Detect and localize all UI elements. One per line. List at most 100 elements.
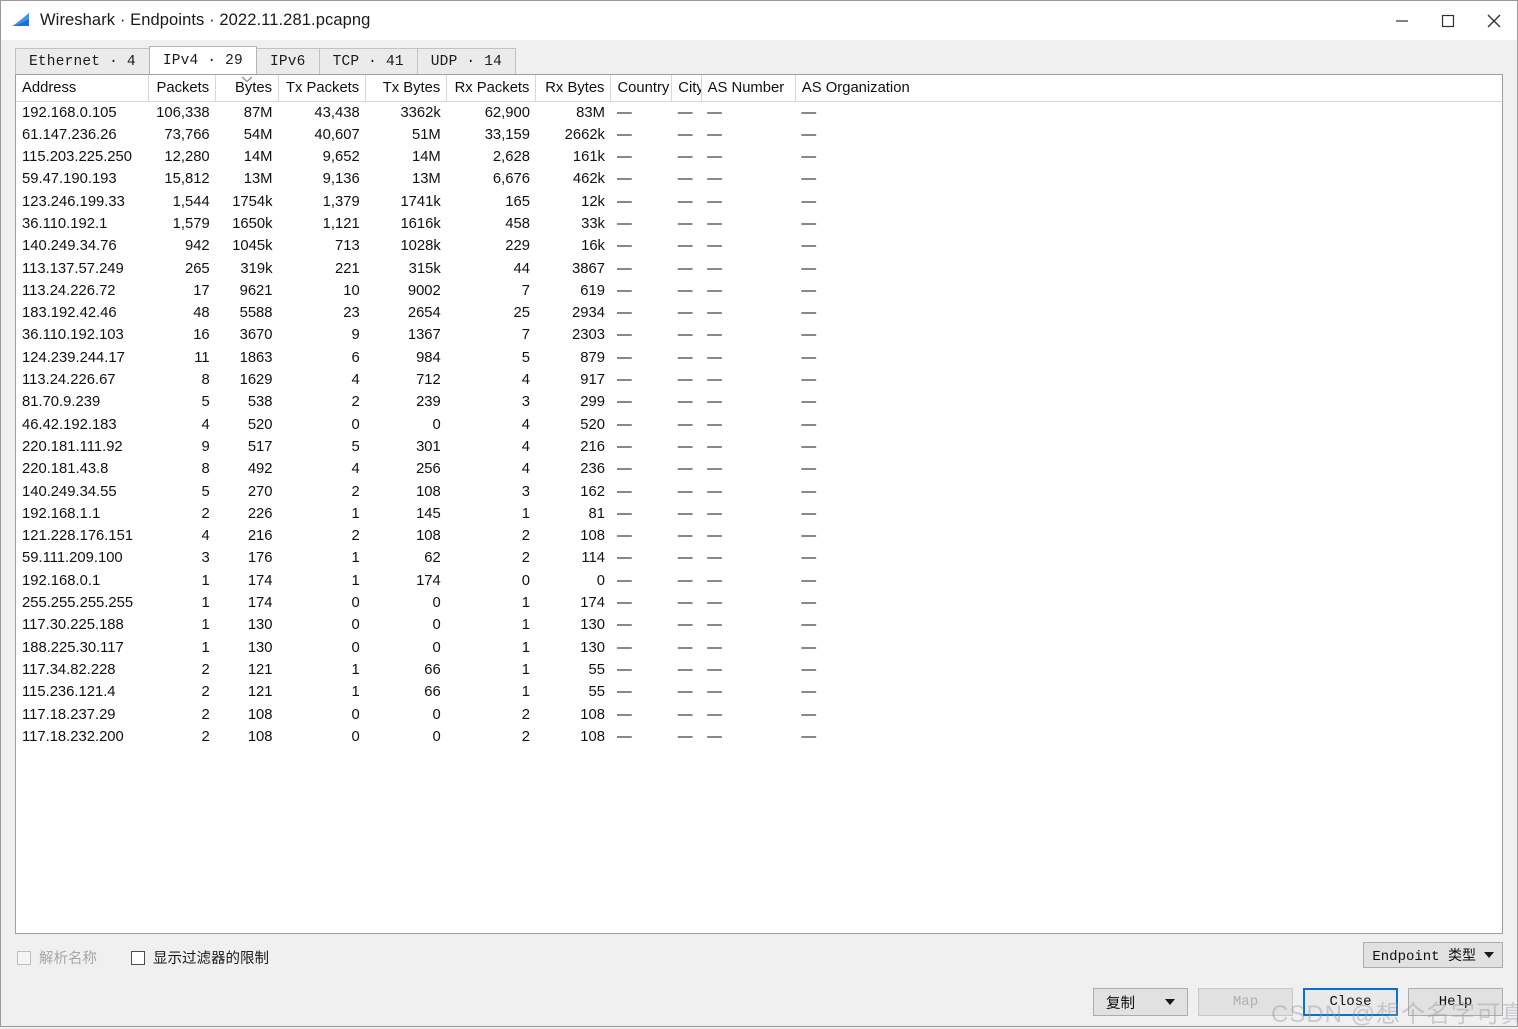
column-header-rx-bytes[interactable]: Rx Bytes (535, 75, 612, 102)
endpoint-type-dropdown[interactable]: Endpoint 类型 (1363, 942, 1503, 968)
help-button[interactable]: Help (1408, 988, 1503, 1016)
table-row[interactable]: 140.249.34.76 942 1045k 713 1028k 229 16k — — — — (16, 235, 1502, 257)
table-row[interactable]: 121.228.176.151 4 216 2 108 2 108 — — — — (16, 525, 1502, 547)
table-row[interactable]: 220.181.111.92 9 517 5 301 4 216 — — — — (16, 436, 1502, 458)
table-cell: — (801, 104, 817, 121)
table-cell: 1 (201, 617, 210, 634)
table-cell: 2,628 (492, 149, 530, 166)
table-row[interactable]: 46.42.192.183 4 520 0 0 4 520 — — — — (16, 414, 1502, 436)
table-row[interactable]: 140.249.34.55 5 270 2 108 3 162 — — — — (16, 481, 1502, 503)
table-cell: 2 (201, 661, 210, 678)
table-row[interactable]: 192.168.0.105 106,338 87M 43,438 3362k 62,900… (16, 101, 1502, 124)
table-cell: 25 (513, 305, 530, 322)
table-row[interactable]: 59.47.190.193 15,812 13M 9,136 13M 6,676 462k —… (16, 168, 1502, 190)
table-row[interactable]: 188.225.30.117 1 130 0 0 1 130 — — — — (16, 637, 1502, 659)
table-cell: 255.255.255.255 (22, 595, 134, 612)
table-cell: — (801, 550, 817, 567)
table-row[interactable]: 61.147.236.26 73,766 54M 40,607 51M 33,159 266… (16, 124, 1502, 146)
table-row[interactable]: 192.168.0.1 1 174 1 174 0 0 — — — — (16, 570, 1502, 592)
table-cell: — (677, 238, 693, 255)
table-cell: 236 (580, 461, 605, 478)
column-header-country[interactable]: Country (610, 75, 673, 102)
column-header-city[interactable]: City (671, 75, 702, 102)
table-cell: — (677, 528, 693, 545)
table-cell: — (677, 149, 693, 166)
table-row[interactable]: 183.192.42.46 48 5588 23 2654 25 2934 — — — — (16, 302, 1502, 324)
column-header-tx-packets[interactable]: Tx Packets (278, 75, 367, 102)
column-header-address[interactable]: Address (16, 75, 150, 102)
table-row[interactable]: 117.18.237.29 2 108 0 0 2 108 — — — — (16, 704, 1502, 726)
table-cell: 462k (572, 171, 605, 188)
close-button[interactable]: Close (1303, 988, 1398, 1016)
table-cell: 2303 (572, 327, 605, 344)
column-header-rx-packets[interactable]: Rx Packets (446, 75, 537, 102)
table-cell: — (707, 572, 722, 589)
table-cell: — (707, 684, 722, 701)
table-cell: 1 (521, 661, 530, 678)
checkbox-box-resolve-names (17, 950, 31, 965)
column-header-bytes[interactable]: Bytes (215, 75, 280, 102)
table-cell: 108 (580, 528, 605, 545)
table-cell: 0 (432, 639, 441, 656)
column-header-as-number[interactable]: AS Number (701, 75, 796, 102)
table-cell: — (707, 282, 722, 299)
table-cell: 538 (247, 394, 273, 411)
table-cell: — (801, 238, 817, 255)
table-cell: — (677, 282, 693, 299)
footer-button-row: 复制 Map Close Help (1083, 988, 1503, 1016)
tab-tcp[interactable]: TCP · 41 (318, 48, 418, 74)
table-row[interactable]: 36.110.192.1 1,579 1650k 1,121 1616k 458 33k — —… (16, 213, 1502, 235)
table-cell: 520 (580, 416, 605, 433)
table-row[interactable]: 113.137.57.249 265 319k 221 315k 44 3867 — — — — (16, 258, 1502, 280)
table-cell: 2934 (572, 305, 605, 322)
table-cell: — (801, 394, 817, 411)
endpoints-table-scroll[interactable]: Address Packets Bytes Tx Packets Tx Byte… (16, 75, 1502, 933)
tab-ipv6[interactable]: IPv6 (255, 48, 320, 74)
column-header-tx-bytes[interactable]: Tx Bytes (365, 75, 448, 102)
table-cell: 1,544 (172, 193, 210, 210)
table-cell: 1 (351, 550, 360, 567)
table-row[interactable]: 255.255.255.255 1 174 0 0 1 174 — — — — (16, 592, 1502, 614)
checkbox-resolve-names[interactable]: 解析名称 (17, 947, 97, 968)
table-cell: — (677, 126, 693, 143)
table-cell: 1028k (400, 238, 441, 255)
table-cell: 130 (247, 617, 273, 634)
checkbox-limit-to-display-filter[interactable]: 显示过滤器的限制 (131, 947, 269, 968)
table-row[interactable]: 113.24.226.67 8 1629 4 712 4 917 — — — — (16, 369, 1502, 391)
close-button-label: Close (1329, 994, 1372, 1010)
table-cell: 108 (580, 728, 605, 745)
table-row[interactable]: 220.181.43.8 8 492 4 256 4 236 — — — — (16, 458, 1502, 480)
table-cell: 113.24.226.67 (22, 372, 116, 389)
table-row[interactable]: 113.24.226.72 17 9621 10 9002 7 619 — — — — (16, 280, 1502, 302)
table-row[interactable]: 115.203.225.250 12,280 14M 9,652 14M 2,628 161… (16, 146, 1502, 168)
table-row[interactable]: 117.30.225.188 1 130 0 0 1 130 — — — — (16, 614, 1502, 636)
table-cell: 3 (521, 483, 530, 500)
table-cell: — (707, 238, 722, 255)
column-header-packets[interactable]: Packets (148, 75, 217, 102)
copy-button[interactable]: 复制 (1093, 988, 1188, 1016)
table-row[interactable]: 115.236.121.4 2 121 1 66 1 55 — — — — (16, 681, 1502, 703)
tab-udp[interactable]: UDP · 14 (416, 48, 516, 74)
tab-ipv4[interactable]: IPv4 · 29 (148, 46, 257, 74)
table-row[interactable]: 192.168.1.1 2 226 1 145 1 81 — — — — (16, 503, 1502, 525)
table-cell: 0 (432, 706, 441, 723)
minimize-icon[interactable] (1379, 1, 1425, 40)
table-cell: 14M (243, 149, 273, 166)
table-cell: — (801, 661, 817, 678)
table-row[interactable]: 123.246.199.33 1,544 1754k 1,379 1741k 165 12k… (16, 191, 1502, 213)
maximize-icon[interactable] (1425, 1, 1471, 40)
table-row[interactable]: 36.110.192.103 16 3670 9 1367 7 2303 — — — — (16, 324, 1502, 346)
table-row[interactable]: 59.111.209.100 3 176 1 62 2 114 — — — — (16, 547, 1502, 569)
table-cell: 113.137.57.249 (22, 260, 124, 277)
table-cell: 108 (416, 528, 441, 545)
close-icon[interactable] (1471, 1, 1517, 40)
table-cell: 59.111.209.100 (22, 550, 123, 567)
table-row[interactable]: 124.239.244.17 11 1863 6 984 5 879 — — — — (16, 347, 1502, 369)
table-row[interactable]: 117.18.232.200 2 108 0 0 2 108 — — — — (16, 726, 1502, 748)
column-header-as-organization[interactable]: AS Organization (795, 75, 1502, 102)
table-row[interactable]: 81.70.9.239 5 538 2 239 3 299 — — — — (16, 391, 1502, 413)
table-cell: 226 (247, 505, 273, 522)
table-row[interactable]: 117.34.82.228 2 121 1 66 1 55 — — — — (16, 659, 1502, 681)
tab-ethernet[interactable]: Ethernet · 4 (15, 48, 150, 74)
table-cell: 10 (343, 282, 360, 299)
